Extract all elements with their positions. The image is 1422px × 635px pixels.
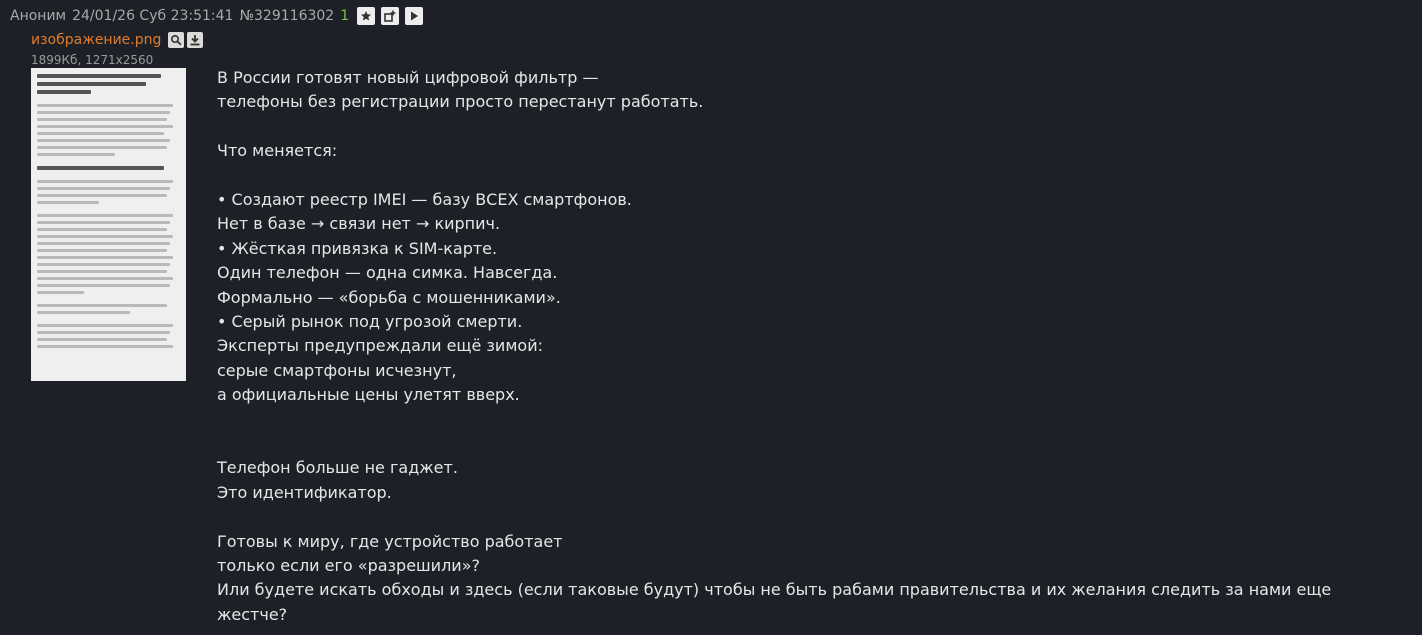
favorite-button[interactable] bbox=[357, 7, 376, 25]
thumb-text-line bbox=[37, 132, 165, 135]
message-line: • Создают реестр IMEI — базу ВСЕХ смартф… bbox=[217, 190, 632, 209]
message-line: Что меняется: bbox=[217, 141, 338, 161]
thumb-text-line bbox=[37, 74, 161, 78]
file-info: изображение.png bbox=[31, 32, 204, 48]
message-line: Один телефон — одна симка. Навсегда. bbox=[217, 263, 558, 283]
message-line: Нет в базе → связи нет → кирпич. bbox=[217, 214, 501, 234]
play-button[interactable] bbox=[405, 7, 424, 25]
message-line bbox=[217, 164, 1397, 188]
message-line: Эксперты предупреждали ещё зимой: bbox=[217, 336, 543, 356]
message-line: Готовы к миру, где устройство работает bbox=[217, 531, 563, 551]
thumb-text-line bbox=[37, 311, 130, 314]
thumb-text-line bbox=[37, 291, 84, 294]
thumb-text-line bbox=[37, 166, 165, 170]
message-line: Или будете искать обходы и здесь (если т… bbox=[217, 580, 1332, 624]
thumb-text-line bbox=[37, 187, 171, 190]
post-message: В России готовят новый цифровой фильтр —… bbox=[217, 66, 1397, 627]
message-line: телефоны без регистрации просто перестан… bbox=[217, 92, 704, 112]
file-name-link[interactable]: изображение.png bbox=[31, 32, 161, 48]
image-thumbnail[interactable] bbox=[31, 68, 186, 381]
message-line: В России готовят новый цифровой фильтр — bbox=[217, 68, 599, 87]
thumb-text-line bbox=[37, 277, 174, 280]
thumb-text-line bbox=[37, 180, 174, 183]
thumb-text-line bbox=[37, 82, 146, 86]
post-header: Аноним 24/01/26 Суб 23:51:41 №329116302 … bbox=[10, 5, 429, 27]
thumb-text-line bbox=[37, 304, 168, 307]
message-line bbox=[217, 115, 1397, 139]
message-line: серые смартфоны исчезнут, bbox=[217, 360, 457, 380]
thumb-text-line bbox=[37, 118, 168, 121]
message-line bbox=[217, 432, 1397, 456]
magnifier-icon bbox=[171, 34, 182, 46]
thumb-text-line bbox=[37, 104, 174, 107]
thumb-text-line bbox=[37, 235, 174, 238]
message-line: Это идентификатор. bbox=[217, 482, 392, 502]
add-thread-button[interactable] bbox=[381, 7, 400, 25]
play-icon bbox=[411, 11, 419, 21]
download-button[interactable] bbox=[187, 32, 204, 48]
thumb-text-line bbox=[37, 214, 174, 217]
image-search-button[interactable] bbox=[168, 32, 185, 48]
thumb-text-line bbox=[37, 324, 174, 327]
thumb-text-line bbox=[37, 139, 171, 142]
message-line: а официальные цены улетят вверх. bbox=[217, 385, 520, 405]
thumb-text-line bbox=[37, 221, 171, 224]
message-line: только если его «разрешили»? bbox=[217, 556, 480, 576]
thumb-text-line bbox=[37, 284, 171, 287]
thumb-text-line bbox=[37, 194, 168, 197]
post-number-link[interactable]: №329116302 bbox=[239, 8, 334, 24]
file-meta: 1899Кб, 1271x2560 bbox=[31, 53, 154, 67]
thumb-text-line bbox=[37, 228, 168, 231]
thumb-text-line bbox=[37, 338, 168, 341]
message-line: • Серый рынок под угрозой смерти. bbox=[217, 312, 523, 332]
thumb-text-line bbox=[37, 201, 99, 204]
message-line bbox=[217, 505, 1397, 529]
thumb-text-line bbox=[37, 153, 115, 156]
thumb-text-line bbox=[37, 256, 174, 259]
thumb-text-line bbox=[37, 249, 168, 252]
download-icon bbox=[190, 35, 200, 46]
thumb-text-line bbox=[37, 331, 171, 334]
post-datetime: 24/01/26 Суб 23:51:41 bbox=[72, 8, 234, 24]
thumb-text-line bbox=[37, 242, 171, 245]
post: Аноним 24/01/26 Суб 23:51:41 №329116302 … bbox=[0, 0, 1422, 635]
thumb-text-line bbox=[37, 146, 168, 149]
thumb-text-line bbox=[37, 90, 92, 94]
thumb-text-line bbox=[37, 270, 168, 273]
thumb-text-line bbox=[37, 125, 174, 128]
star-icon bbox=[361, 11, 372, 21]
message-line: • Жёсткая привязка к SIM-карте. bbox=[217, 238, 498, 258]
thumb-text-line bbox=[37, 263, 171, 266]
thumb-text-line bbox=[37, 345, 174, 348]
reply-count[interactable]: 1 bbox=[340, 8, 349, 24]
message-line: Телефон больше не гаджет. bbox=[217, 458, 458, 478]
add-window-icon bbox=[384, 10, 396, 22]
message-line: Формально — «борьба с мошенниками». bbox=[217, 287, 561, 307]
poster-name: Аноним bbox=[10, 8, 67, 24]
message-line bbox=[217, 408, 1397, 432]
thumb-text-line bbox=[37, 111, 171, 114]
